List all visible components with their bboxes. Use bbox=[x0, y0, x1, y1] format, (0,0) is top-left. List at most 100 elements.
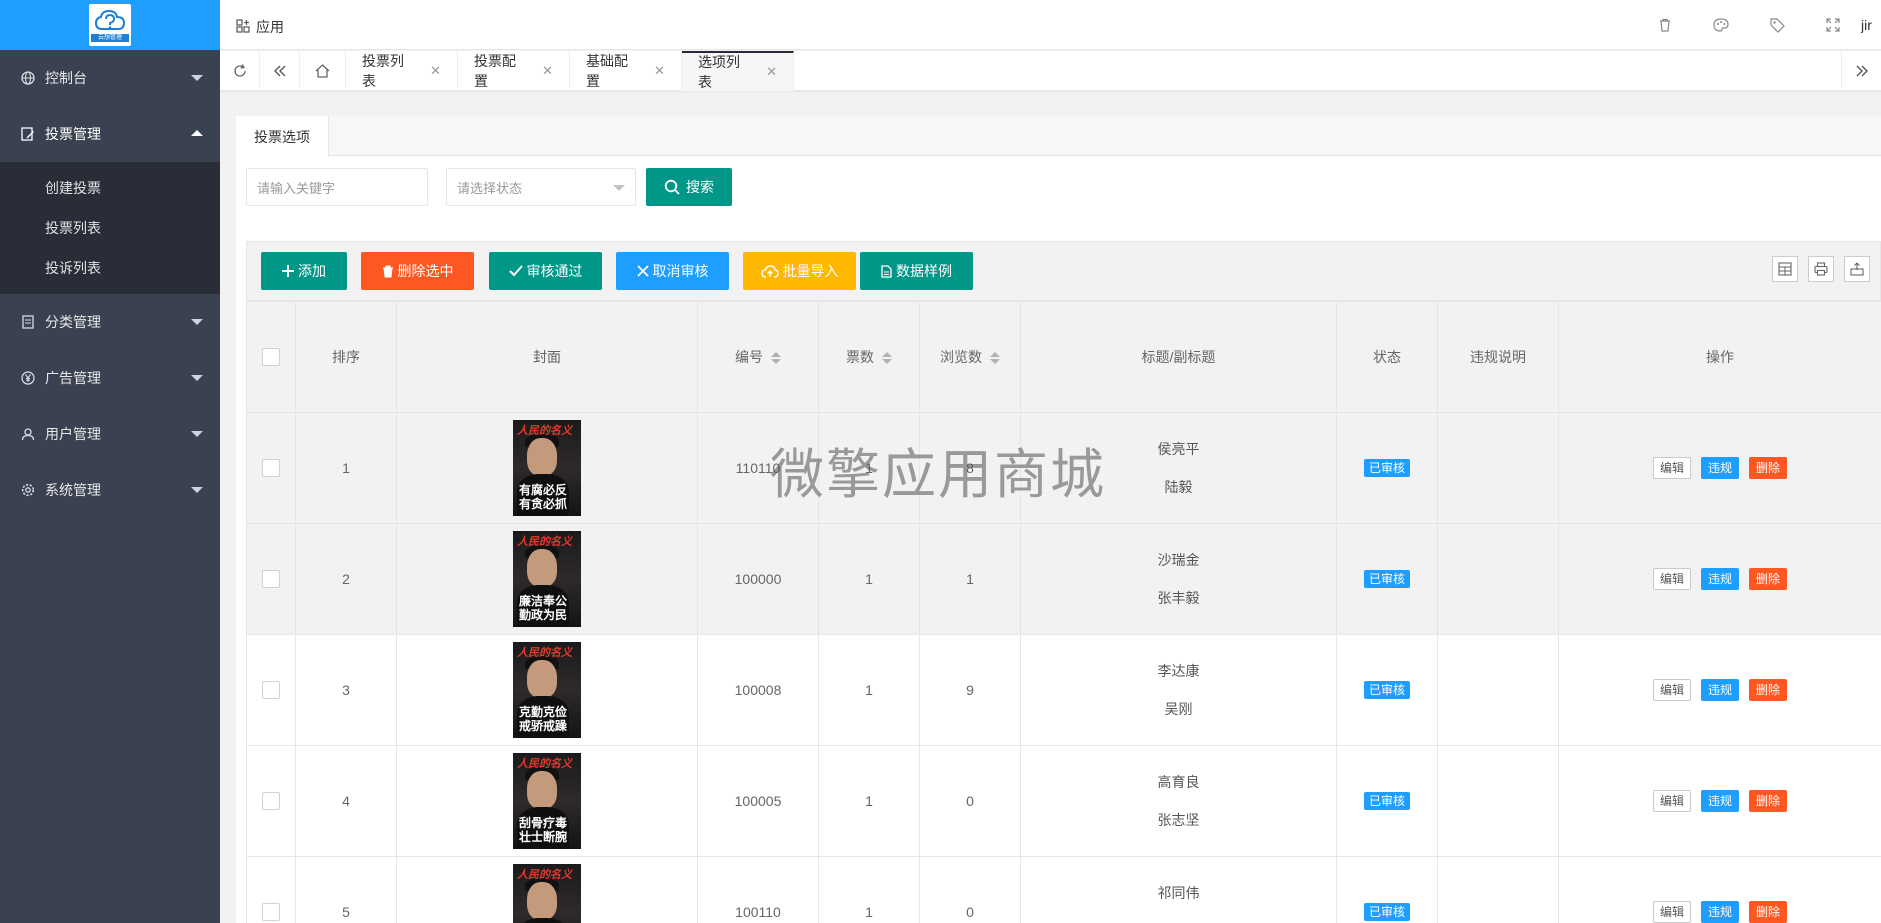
cell-cover: 人民的名义 有腐必反 有贪必抓 bbox=[396, 412, 698, 524]
tab-option-list[interactable]: 选项列表 ✕ bbox=[682, 51, 794, 91]
logo[interactable]: 云想管理 bbox=[0, 0, 220, 50]
sidebar-submenu: 创建投票 投票列表 投诉列表 bbox=[0, 162, 220, 294]
row-checkbox[interactable] bbox=[262, 903, 280, 922]
col-votes[interactable]: 票数 bbox=[818, 301, 920, 413]
table-row[interactable]: 2 人民的名义 廉洁奉公 勤政为民 100000 1 1 沙瑞金 张丰毅 已审核 编辑 违规 删除 bbox=[246, 523, 1881, 635]
delete-button[interactable]: 删除 bbox=[1749, 901, 1788, 923]
cell-violation bbox=[1437, 745, 1559, 857]
fullscreen-icon[interactable] bbox=[1805, 18, 1861, 32]
tab-vote-options[interactable]: 投票选项 bbox=[236, 116, 329, 157]
tabs-scroll-right-icon[interactable] bbox=[1841, 51, 1881, 91]
sort-icon[interactable] bbox=[771, 352, 781, 365]
sidebar-item-category-management[interactable]: 分类管理 bbox=[0, 294, 220, 350]
edit-button[interactable]: 编辑 bbox=[1652, 901, 1691, 923]
list-doc-icon bbox=[20, 314, 36, 330]
tag-icon[interactable] bbox=[1749, 17, 1805, 33]
sidebar-subitem-complaint-list[interactable]: 投诉列表 bbox=[0, 248, 220, 288]
sidebar-item-system-management[interactable]: 系统管理 bbox=[0, 462, 220, 518]
row-checkbox[interactable] bbox=[262, 459, 280, 478]
row-select-cell bbox=[246, 856, 296, 923]
delete-button[interactable]: 删除 bbox=[1749, 790, 1788, 812]
cover-slogan-line: 有腐必反 bbox=[519, 483, 568, 497]
search-button[interactable]: 搜索 bbox=[646, 168, 732, 206]
table-row[interactable]: 1 人民的名义 有腐必反 有贪必抓 110110 1 8 侯亮平 陆毅 已审核 编辑 违规 删除 bbox=[246, 412, 1881, 524]
delete-selected-button[interactable]: 删除选中 bbox=[361, 252, 474, 290]
cover-slogan-line: 勤政为民 bbox=[519, 608, 568, 622]
sidebar-item-user-management[interactable]: 用户管理 bbox=[0, 406, 220, 462]
export-icon[interactable] bbox=[1844, 256, 1870, 282]
table-header: 排序 封面 编号 票数 浏览数 标题/副标题 状态 违规说明 操作 bbox=[246, 301, 1881, 413]
violation-button[interactable]: 违规 bbox=[1700, 457, 1739, 479]
table-row[interactable]: 5人民的名义10011010祁同伟许亚军已审核编辑违规删除 bbox=[246, 856, 1881, 923]
apps-button[interactable]: 应用 bbox=[236, 17, 284, 37]
batch-import-button[interactable]: 批量导入 bbox=[743, 252, 856, 290]
data-sample-button[interactable]: 数据样例 bbox=[860, 252, 973, 290]
columns-icon[interactable] bbox=[1772, 256, 1798, 282]
delete-button[interactable]: 删除 bbox=[1749, 457, 1788, 479]
print-icon[interactable] bbox=[1808, 256, 1834, 282]
refresh-icon[interactable] bbox=[220, 51, 260, 91]
violation-button[interactable]: 违规 bbox=[1700, 790, 1739, 812]
delete-button[interactable]: 删除 bbox=[1749, 679, 1788, 701]
close-icon[interactable]: ✕ bbox=[654, 63, 665, 79]
cover-image[interactable]: 人民的名义 bbox=[513, 864, 581, 923]
violation-button[interactable]: 违规 bbox=[1700, 901, 1739, 923]
sidebar-item-ad-management[interactable]: 广告管理 bbox=[0, 350, 220, 406]
row-checkbox[interactable] bbox=[262, 681, 280, 700]
tab-basic-config[interactable]: 基础配置 ✕ bbox=[570, 51, 682, 91]
cancel-approve-button[interactable]: 取消审核 bbox=[616, 252, 729, 290]
row-checkbox[interactable] bbox=[262, 792, 280, 811]
cover-slogan-line: 刮骨疗毒 bbox=[519, 816, 568, 830]
cell-order: 5 bbox=[295, 856, 397, 923]
table-row[interactable]: 3 人民的名义 克勤克俭 戒骄戒躁 100008 1 9 李达康 吴刚 已审核 编辑 违规 删除 bbox=[246, 634, 1881, 746]
select-all-checkbox[interactable] bbox=[262, 348, 280, 367]
row-select-cell bbox=[246, 523, 296, 635]
status-select[interactable]: 请选择状态 bbox=[446, 168, 636, 206]
cover-face bbox=[527, 771, 557, 809]
home-icon[interactable] bbox=[300, 51, 346, 91]
option-title: 沙瑞金 bbox=[1157, 552, 1200, 568]
data-sample-label: 数据样例 bbox=[896, 263, 952, 279]
sort-icon[interactable] bbox=[882, 352, 892, 365]
approve-button[interactable]: 审核通过 bbox=[489, 252, 602, 290]
violation-button[interactable]: 违规 bbox=[1700, 568, 1739, 590]
cover-image[interactable]: 人民的名义 克勤克俭 戒骄戒躁 bbox=[513, 642, 581, 738]
sort-icon[interactable] bbox=[990, 352, 1000, 365]
sidebar-item-label: 用户管理 bbox=[45, 426, 101, 442]
trash-icon[interactable] bbox=[1637, 18, 1693, 32]
cover-image[interactable]: 人民的名义 有腐必反 有贪必抓 bbox=[513, 420, 581, 516]
edit-button[interactable]: 编辑 bbox=[1652, 457, 1691, 479]
close-icon[interactable]: ✕ bbox=[542, 63, 553, 79]
violation-button[interactable]: 违规 bbox=[1700, 679, 1739, 701]
sidebar-subitem-vote-list[interactable]: 投票列表 bbox=[0, 208, 220, 248]
sidebar-item-vote-management[interactable]: 投票管理 bbox=[0, 106, 220, 162]
user-menu[interactable]: jir bbox=[1861, 17, 1881, 33]
edit-button[interactable]: 编辑 bbox=[1652, 568, 1691, 590]
option-subtitle: 许亚军 bbox=[1021, 912, 1336, 923]
chevron-down-icon bbox=[191, 319, 203, 325]
tab-vote-config[interactable]: 投票配置 ✕ bbox=[458, 51, 570, 91]
add-button[interactable]: 添加 bbox=[261, 252, 347, 290]
close-icon[interactable]: ✕ bbox=[766, 64, 777, 80]
search-input[interactable]: 请输入关键字 bbox=[246, 168, 428, 206]
tab-vote-list[interactable]: 投票列表 ✕ bbox=[346, 51, 458, 91]
col-views[interactable]: 浏览数 bbox=[919, 301, 1021, 413]
delete-button[interactable]: 删除 bbox=[1749, 568, 1788, 590]
cover-image[interactable]: 人民的名义 刮骨疗毒 壮士断腕 bbox=[513, 753, 581, 849]
chevron-down-icon bbox=[191, 431, 203, 437]
gear-icon bbox=[20, 482, 36, 498]
yen-icon bbox=[20, 370, 36, 386]
sidebar-item-label: 投票管理 bbox=[45, 126, 101, 142]
palette-icon[interactable] bbox=[1693, 18, 1749, 32]
sidebar-subitem-create-vote[interactable]: 创建投票 bbox=[0, 168, 220, 208]
edit-button[interactable]: 编辑 bbox=[1652, 790, 1691, 812]
table-row[interactable]: 4 人民的名义 刮骨疗毒 壮士断腕 100005 1 0 高育良 张志坚 已审核 编辑 违规 删除 bbox=[246, 745, 1881, 857]
sidebar-item-dashboard[interactable]: 控制台 bbox=[0, 50, 220, 106]
tabs-scroll-left-icon[interactable] bbox=[260, 51, 300, 91]
col-code[interactable]: 编号 bbox=[697, 301, 819, 413]
cover-image[interactable]: 人民的名义 廉洁奉公 勤政为民 bbox=[513, 531, 581, 627]
close-icon[interactable]: ✕ bbox=[430, 63, 441, 79]
row-checkbox[interactable] bbox=[262, 570, 280, 589]
edit-button[interactable]: 编辑 bbox=[1652, 679, 1691, 701]
option-subtitle: 陆毅 bbox=[1164, 479, 1193, 495]
